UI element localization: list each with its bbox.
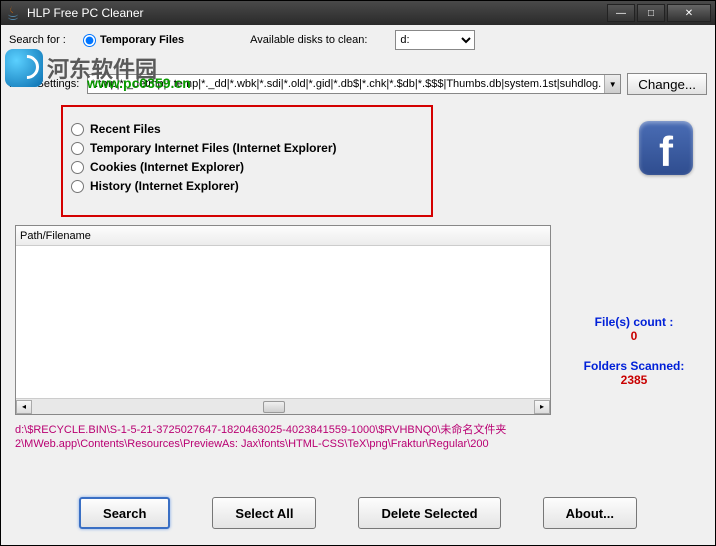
cookies-label: Cookies (Internet Explorer) — [90, 160, 244, 174]
change-button[interactable]: Change... — [627, 73, 707, 95]
folders-scanned-label: Folders Scanned: — [569, 359, 699, 373]
about-button[interactable]: About... — [543, 497, 637, 529]
window-titlebar: HLP Free PC Cleaner — □ ✕ — [1, 1, 715, 25]
filter-settings-label: Filter Settings: — [9, 78, 81, 90]
temporary-files-radio[interactable]: Temporary Files — [83, 34, 184, 47]
search-for-label: Search for : — [9, 34, 75, 46]
recent-files-radio[interactable]: Recent Files — [71, 122, 423, 136]
table-header-path[interactable]: Path/Filename — [16, 226, 550, 246]
recent-files-label: Recent Files — [90, 122, 161, 136]
minimize-button[interactable]: — — [607, 4, 635, 22]
temp-internet-files-radio[interactable]: Temporary Internet Files (Internet Explo… — [71, 141, 423, 155]
recent-files-radio-input[interactable] — [71, 123, 84, 136]
scroll-track[interactable] — [32, 400, 534, 414]
stats-panel: File(s) count : 0 Folders Scanned: 2385 — [569, 315, 699, 403]
select-all-button[interactable]: Select All — [212, 497, 316, 529]
history-label: History (Internet Explorer) — [90, 179, 239, 193]
history-radio-input[interactable] — [71, 180, 84, 193]
filter-dropdown-button[interactable]: ▼ — [604, 75, 620, 93]
filter-input[interactable] — [88, 78, 604, 90]
history-radio[interactable]: History (Internet Explorer) — [71, 179, 423, 193]
cookies-radio[interactable]: Cookies (Internet Explorer) — [71, 160, 423, 174]
delete-selected-button[interactable]: Delete Selected — [358, 497, 500, 529]
search-button[interactable]: Search — [79, 497, 170, 529]
scroll-left-button[interactable]: ◂ — [16, 400, 32, 414]
temp-internet-files-radio-input[interactable] — [71, 142, 84, 155]
folders-scanned-value: 2385 — [569, 373, 699, 387]
path-line-1: d:\$RECYCLE.BIN\S-1-5-21-3725027647-1820… — [15, 424, 506, 436]
scan-options-group: Recent Files Temporary Internet Files (I… — [61, 105, 433, 217]
close-button[interactable]: ✕ — [667, 4, 711, 22]
temp-internet-files-label: Temporary Internet Files (Internet Explo… — [90, 141, 337, 155]
path-line-2: 2\MWeb.app\Contents\Resources\PreviewAs:… — [15, 438, 489, 450]
results-table: Path/Filename ◂ ▸ — [15, 225, 551, 415]
scroll-thumb[interactable] — [263, 401, 285, 413]
temporary-files-radio-label: Temporary Files — [100, 34, 184, 46]
table-body[interactable] — [16, 246, 550, 398]
files-count-value: 0 — [569, 329, 699, 343]
java-icon — [5, 5, 21, 21]
facebook-icon[interactable]: f — [639, 121, 693, 175]
filter-combobox[interactable]: ▼ — [87, 74, 621, 94]
horizontal-scrollbar[interactable]: ◂ ▸ — [16, 398, 550, 414]
available-disks-label: Available disks to clean: — [250, 34, 367, 46]
files-count-label: File(s) count : — [569, 315, 699, 329]
current-path-display: d:\$RECYCLE.BIN\S-1-5-21-3725027647-1820… — [15, 423, 685, 451]
scroll-right-button[interactable]: ▸ — [534, 400, 550, 414]
disk-select[interactable]: d: — [395, 30, 475, 50]
cookies-radio-input[interactable] — [71, 161, 84, 174]
temporary-files-radio-input[interactable] — [83, 34, 96, 47]
window-title: HLP Free PC Cleaner — [27, 6, 607, 20]
maximize-button[interactable]: □ — [637, 4, 665, 22]
